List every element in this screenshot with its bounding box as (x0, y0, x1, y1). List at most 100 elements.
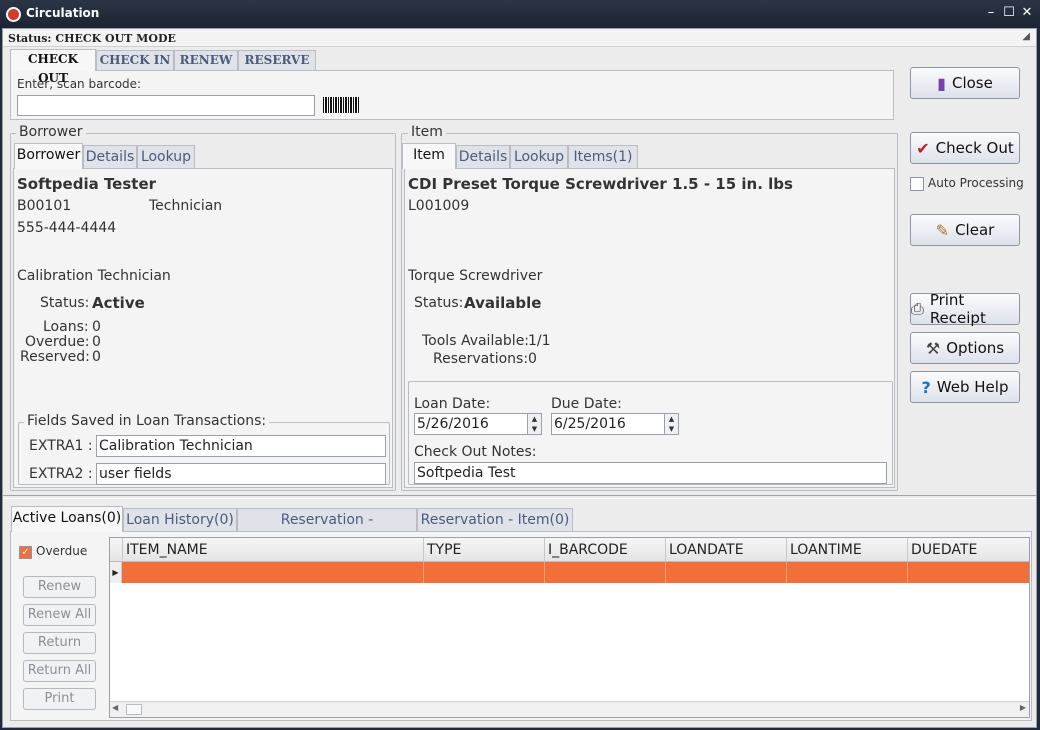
column-duedate[interactable]: DUEDATE (907, 538, 1029, 562)
column-loantime[interactable]: LOANTIME (786, 538, 907, 562)
column-type[interactable]: TYPE (423, 538, 544, 562)
return-all-button[interactable]: Return All (23, 660, 96, 682)
close-button[interactable]: ▮ Close (910, 67, 1020, 99)
reserved-value: 0 (92, 349, 101, 365)
auto-processing-label: Auto Processing (928, 176, 1024, 190)
due-date-spinner[interactable]: ▲ ▼ (664, 413, 679, 435)
print-receipt-button[interactable]: ⎙ Print Receipt (910, 291, 1020, 327)
extra1-field[interactable]: Calibration Technician (96, 435, 386, 457)
loan-date-spinner[interactable]: ▲ ▼ (527, 413, 542, 435)
item-group-title: Item (408, 124, 446, 140)
tab-loan-history[interactable]: Loan History(0) (123, 508, 237, 532)
auto-processing-checkbox[interactable] (910, 177, 924, 191)
borrower-group-title: Borrower (16, 124, 86, 140)
borrower-status-value: Active (92, 294, 145, 312)
status-bar: Status: CHECK OUT MODE ◢ (3, 29, 1036, 47)
options-button[interactable]: ⚒ Options (910, 332, 1020, 364)
tab-items-count[interactable]: Items(1) (568, 145, 638, 168)
cell-divider (907, 562, 908, 583)
item-id: L001009 (408, 198, 470, 214)
scan-panel: Enter, scan barcode: (10, 70, 894, 120)
loans-value: 0 (92, 319, 101, 335)
scan-label: Enter, scan barcode: (17, 77, 142, 91)
check-out-notes-field[interactable]: Softpedia Test (414, 462, 887, 484)
cell-divider (665, 562, 666, 583)
loans-grid[interactable]: ITEM_NAME TYPE I_BARCODE LOANDATE LOANTI… (109, 537, 1030, 718)
scroll-thumb[interactable] (126, 704, 142, 715)
overdue-checkbox[interactable]: ✓ (19, 546, 32, 559)
column-item-name[interactable]: ITEM_NAME (122, 538, 423, 562)
tools-available-value: 1/1 (528, 333, 551, 349)
notes-label: Check Out Notes: (414, 444, 537, 460)
minimize-button[interactable]: – (982, 4, 1000, 22)
clear-button[interactable]: ✎ Clear (910, 214, 1020, 246)
print-button[interactable]: Print (23, 688, 96, 710)
window-title: Circulation (26, 6, 100, 20)
web-help-button[interactable]: ? Web Help (910, 371, 1020, 403)
splitter[interactable] (3, 495, 1036, 499)
row-indicator-icon: ▶ (110, 562, 122, 583)
tab-borrower[interactable]: Borrower (14, 143, 83, 169)
clear-label: Clear (955, 221, 995, 239)
app-icon (6, 7, 21, 22)
tab-check-out[interactable]: CHECK OUT (10, 49, 96, 85)
help-icon: ? (921, 377, 931, 397)
extra2-field[interactable]: user fields (96, 463, 386, 485)
item-panel: CDI Preset Torque Screwdriver 1.5 - 15 i… (404, 168, 895, 488)
scroll-left-icon[interactable]: ◀ (112, 703, 118, 712)
column-i-barcode[interactable]: I_BARCODE (544, 538, 665, 562)
close-button-label: Close (951, 74, 993, 92)
tab-borrower-lookup[interactable]: Lookup (137, 145, 195, 168)
check-out-label: Check Out (935, 139, 1014, 157)
borrower-phone: 555-444-4444 (17, 220, 117, 236)
tab-borrower-details[interactable]: Details (83, 145, 137, 168)
borrower-id: B00101 (17, 198, 72, 214)
status-text: Status: CHECK OUT MODE (8, 32, 176, 45)
tab-item[interactable]: Item (402, 143, 456, 169)
loan-date-label: Loan Date: (414, 396, 491, 412)
borrower-name: Softpedia Tester (17, 175, 157, 193)
title-bar: Circulation – ☐ ✕ (0, 0, 1040, 28)
tab-item-details[interactable]: Details (456, 145, 510, 168)
overdue-count-label: Overdue: (25, 334, 90, 350)
cell-divider (423, 562, 424, 583)
table-row[interactable] (122, 562, 1029, 583)
grid-header: ITEM_NAME TYPE I_BARCODE LOANDATE LOANTI… (110, 538, 1029, 562)
renew-all-button[interactable]: Renew All (23, 604, 96, 626)
door-icon: ▮ (937, 73, 946, 93)
column-loandate[interactable]: LOANDATE (665, 538, 786, 562)
due-date-field[interactable]: 6/25/2016 (551, 413, 665, 435)
printer-icon: ⎙ (911, 299, 924, 318)
web-help-label: Web Help (936, 378, 1009, 396)
item-status-value: Available (464, 294, 542, 312)
tab-reservation-borrower[interactable]: Reservation - Borrower(0) (237, 508, 417, 551)
borrower-panel: Softpedia Tester B00101 Technician 555-4… (13, 168, 393, 488)
barcode-input[interactable] (17, 95, 315, 116)
active-loans-panel: ✓ Overdue Renew Renew All Return Return … (10, 531, 1032, 721)
cell-divider (544, 562, 545, 583)
horizontal-scrollbar[interactable]: ◀ ▶ (110, 701, 1029, 717)
checkmark-icon: ✔ (916, 138, 930, 158)
barcode-icon[interactable] (323, 97, 359, 113)
renew-button[interactable]: Renew (23, 576, 96, 598)
return-button[interactable]: Return (23, 632, 96, 654)
item-status-label: Status: (414, 295, 464, 311)
borrower-status-label: Status: (40, 295, 90, 311)
collapse-arrow-icon[interactable]: ◢ (1022, 31, 1030, 42)
scroll-right-icon[interactable]: ▶ (1020, 703, 1026, 712)
extra1-label: EXTRA1 : (29, 438, 93, 454)
overdue-filter-label: Overdue (36, 544, 88, 558)
maximize-button[interactable]: ☐ (1000, 4, 1018, 22)
check-out-button[interactable]: ✔ Check Out (910, 132, 1020, 164)
loan-date-field[interactable]: 5/26/2016 (414, 413, 528, 435)
tab-check-in[interactable]: CHECK IN (96, 50, 174, 70)
tab-active-loans[interactable]: Active Loans(0) (11, 506, 123, 532)
tab-reservation-item[interactable]: Reservation - Item(0) (417, 508, 573, 532)
tab-reserve[interactable]: RESERVE (238, 50, 316, 70)
tab-renew[interactable]: RENEW (174, 50, 238, 70)
reservations-value: 0 (528, 351, 537, 367)
extra2-label: EXTRA2 : (29, 466, 93, 482)
reservations-label: Reservations: (433, 351, 529, 367)
close-window-button[interactable]: ✕ (1018, 4, 1036, 22)
tab-item-lookup[interactable]: Lookup (510, 145, 568, 168)
